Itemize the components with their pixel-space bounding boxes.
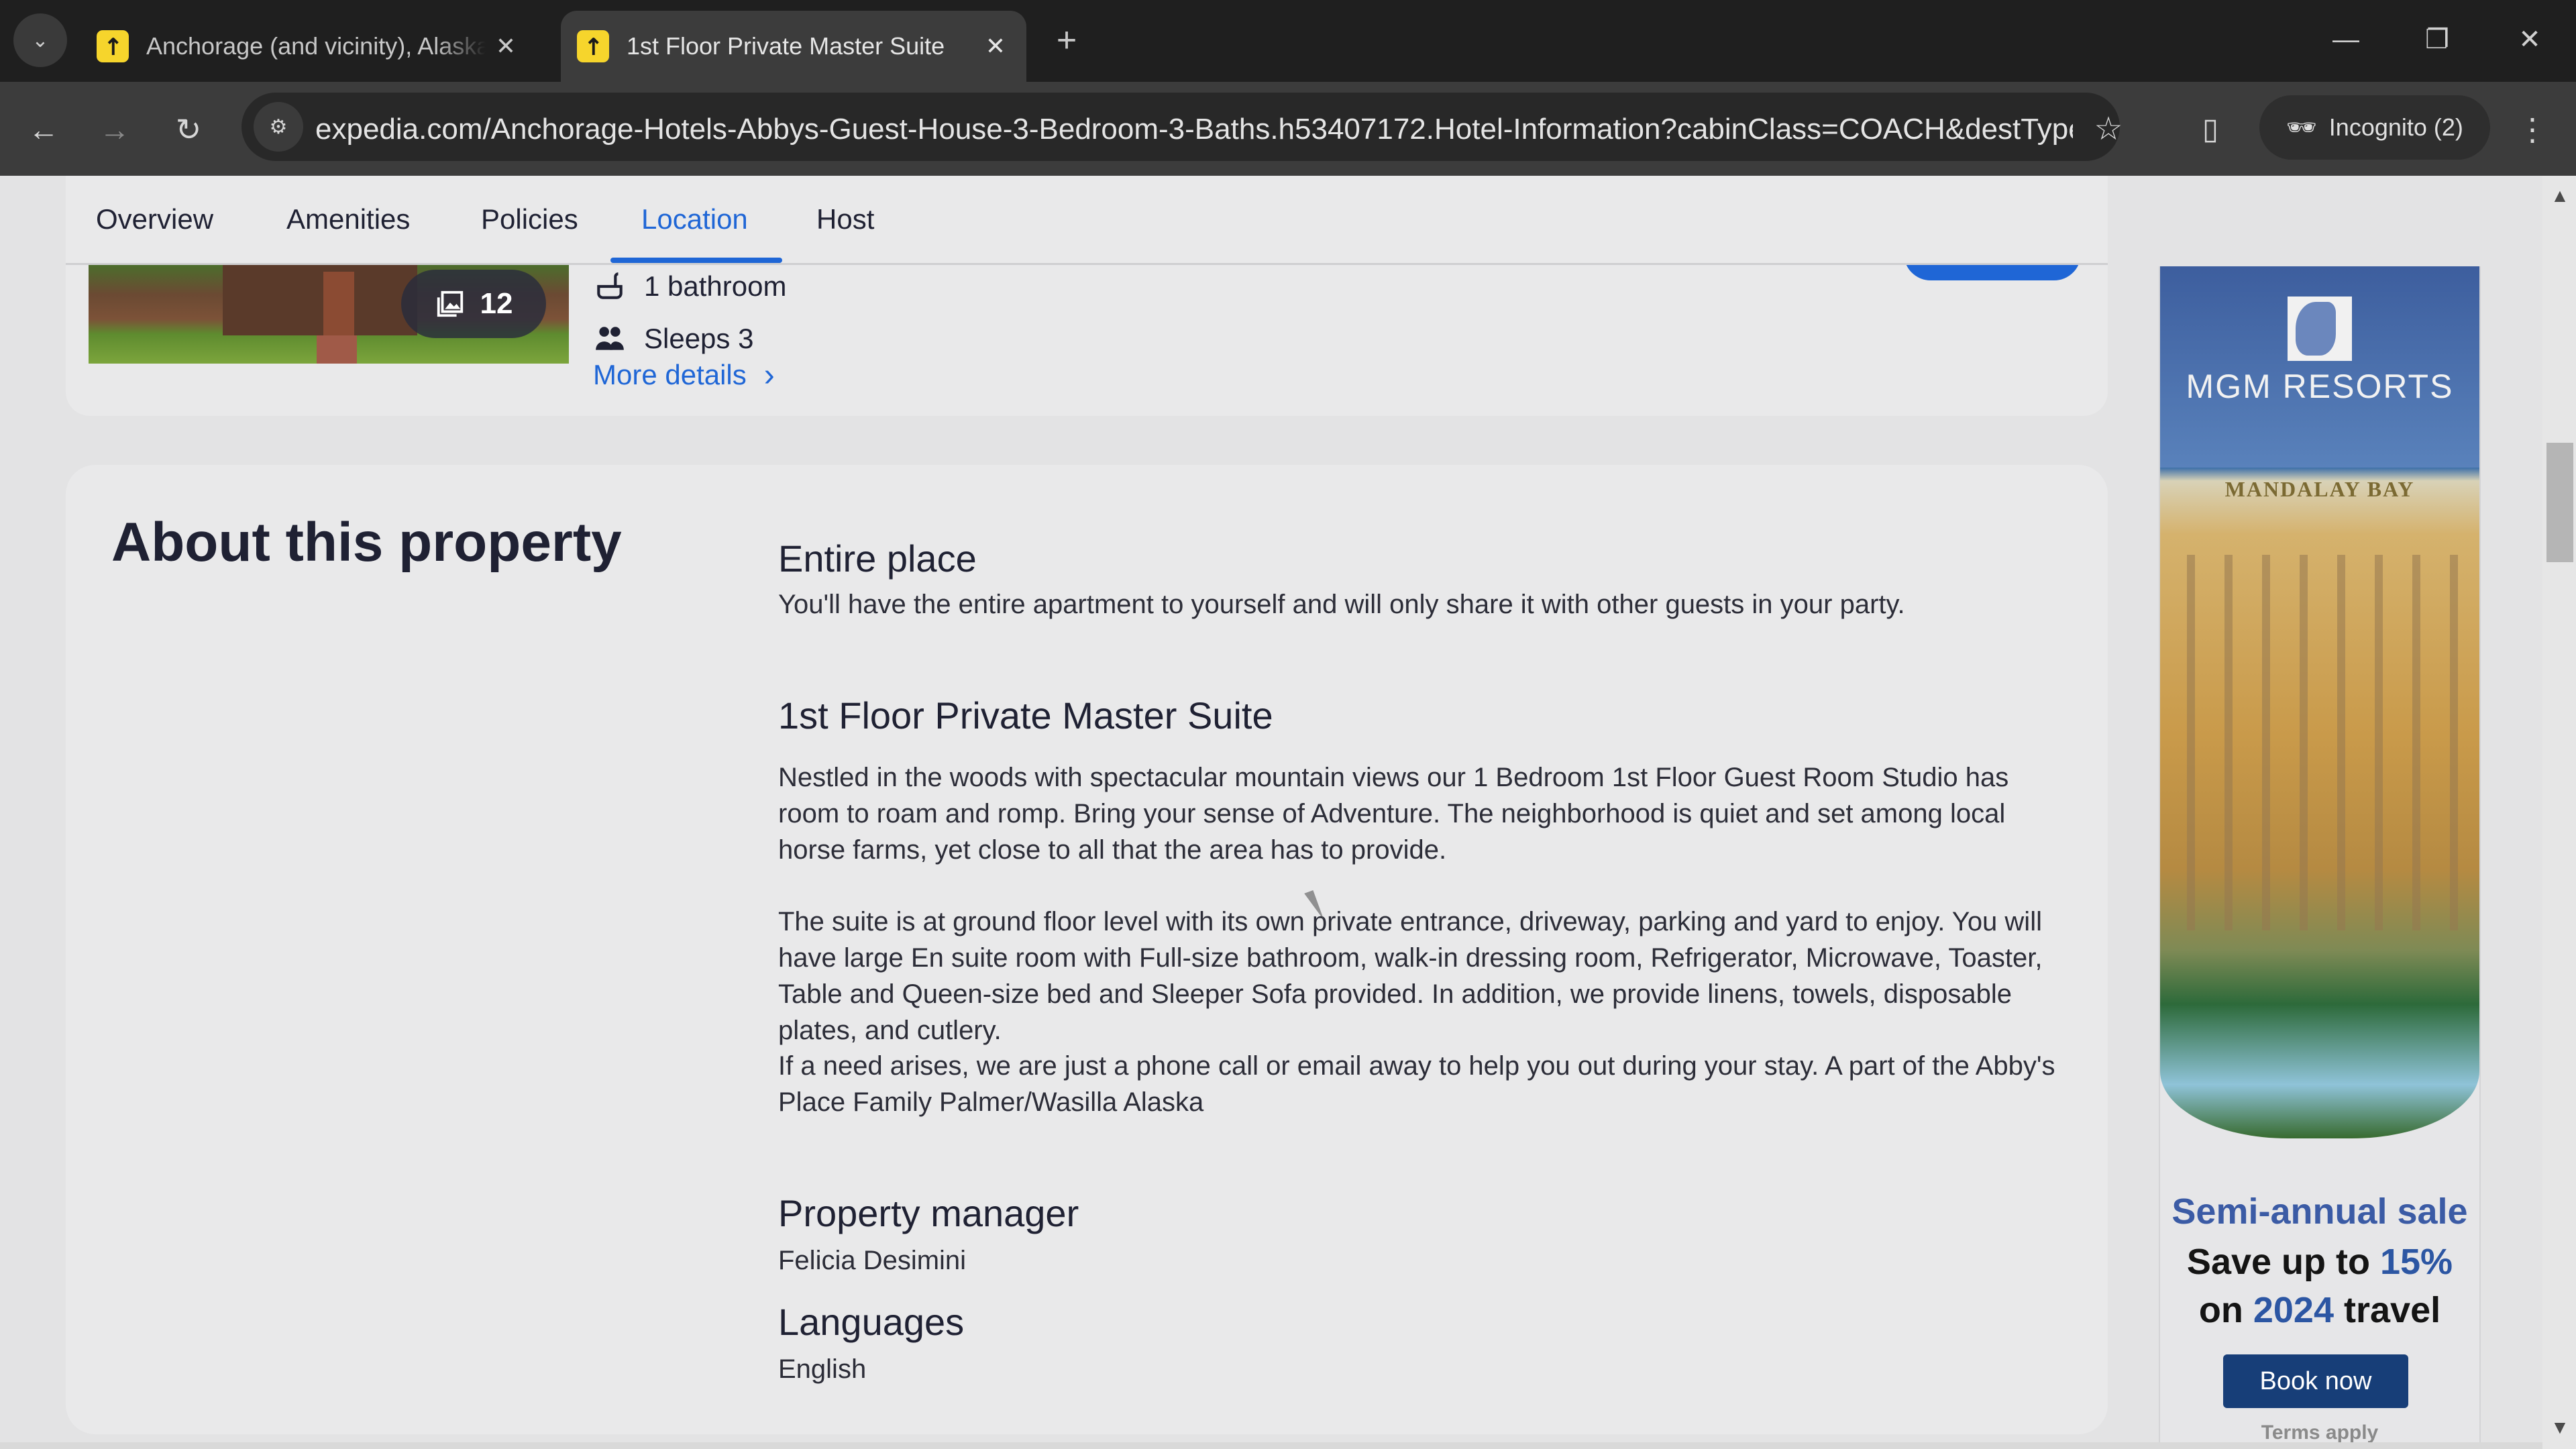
suite-paragraph: If a need arises, we are just a phone ca… [778,1051,2055,1117]
restore-button[interactable]: ❐ [2400,16,2474,63]
tab-title: 1st Floor Private Master Suite [627,32,945,60]
people-icon [596,327,624,350]
tab-host[interactable]: Host [816,176,874,263]
bathtub-icon [597,272,623,299]
ad-hotel-photo: MANDALAY BAY [2160,468,2479,1138]
scroll-up-arrow-icon[interactable]: ▲ [2546,182,2573,209]
photo-gallery-button[interactable]: 12 [401,270,546,338]
chevron-down-icon: ⌄ [32,29,49,52]
url-text[interactable]: expedia.com/Anchorage-Hotels-Abbys-Guest… [315,106,2073,153]
suite-heading: 1st Floor Private Master Suite [778,694,1273,737]
incognito-label: Incognito (2) [2328,113,2463,141]
forward-button[interactable]: → [91,106,138,153]
ad-headline: Semi-annual sale [2171,1191,2468,1232]
ad-photo-sign: MANDALAY BAY [2224,477,2415,501]
advertisement[interactable]: MGM RESORTS MANDALAY BAY Semi-annual sal… [2159,266,2481,1449]
window-close-button[interactable]: ✕ [2493,16,2567,63]
languages-value: English [778,1354,867,1384]
bathrooms-label: 1 bathroom [644,270,787,302]
chevron-right-icon: › [763,357,775,393]
photo-count: 12 [480,287,513,320]
tab-title: Anchorage (and vicinity), Alaska [146,32,486,60]
active-tab-indicator [610,258,782,263]
tab-location[interactable]: Location [641,176,748,263]
ad-offer: Save up to 15% on 2024 travel [2186,1242,2453,1330]
suite-paragraph: The suite is at ground floor level with … [778,907,2043,1045]
more-details-label: More details [593,359,747,390]
ad-brand: MGM RESORTS [2186,368,2454,405]
browser-tab-active[interactable]: ↗ 1st Floor Private Master Suite ✕ [561,11,1026,82]
tune-icon: ⚙ [269,115,288,138]
browser-tab[interactable]: ↗ Anchorage (and vicinity), Alaska ✕ [80,11,537,82]
reload-icon: ↻ [175,112,202,147]
vertical-scrollbar[interactable] [2542,176,2576,1449]
close-icon[interactable]: ✕ [975,32,1016,60]
expedia-icon: ↗ [97,30,129,62]
ad-header: MGM RESORTS [2160,266,2479,481]
bookmark-star-icon[interactable]: ☆ [2085,106,2132,153]
tab-policies[interactable]: Policies [481,176,578,263]
expedia-icon: ↗ [577,30,609,62]
property-manager-name: Felicia Desimini [778,1246,967,1275]
property-manager-heading: Property manager [778,1192,1079,1234]
tab-list-button[interactable]: ⌄ [13,13,67,67]
site-info-button[interactable]: ⚙ [254,102,303,152]
mgm-lion-logo-icon [2288,297,2352,361]
side-panel-icon[interactable]: ▯ [2187,106,2234,153]
back-arrow-icon: ← [28,112,59,147]
tab-amenities[interactable]: Amenities [286,176,410,263]
reload-button[interactable]: ↻ [165,106,212,153]
scroll-down-arrow-icon[interactable]: ▼ [2546,1414,2573,1441]
suite-paragraph: Nestled in the woods with spectacular mo… [778,763,2009,865]
forward-arrow-icon: → [99,112,130,147]
sleeps-label: Sleeps 3 [644,323,754,354]
about-title: About this property [111,512,622,573]
new-tab-button[interactable]: + [1046,20,1087,60]
horizontal-scrollbar[interactable] [0,1442,2542,1449]
languages-heading: Languages [778,1301,965,1343]
entire-place-text: You'll have the entire apartment to your… [778,590,1905,619]
entire-place-heading: Entire place [778,537,977,580]
gallery-icon [437,290,463,317]
scrollbar-thumb[interactable] [2546,443,2573,562]
incognito-icon: 🕶 [2286,113,2317,141]
incognito-button[interactable]: 🕶 Incognito (2) [2259,95,2490,160]
more-details-link[interactable]: More details › [593,354,775,396]
minimize-button[interactable]: — [2309,16,2383,63]
back-button[interactable]: ← [20,106,67,153]
close-icon[interactable]: ✕ [486,32,526,60]
tab-overview[interactable]: Overview [96,176,213,263]
ad-book-now-button[interactable]: Book now [2223,1354,2408,1408]
ad-terms[interactable]: Terms apply [2160,1421,2479,1444]
browser-menu-icon[interactable]: ⋮ [2509,106,2556,153]
bathrooms-row: 1 bathroom [593,263,786,310]
